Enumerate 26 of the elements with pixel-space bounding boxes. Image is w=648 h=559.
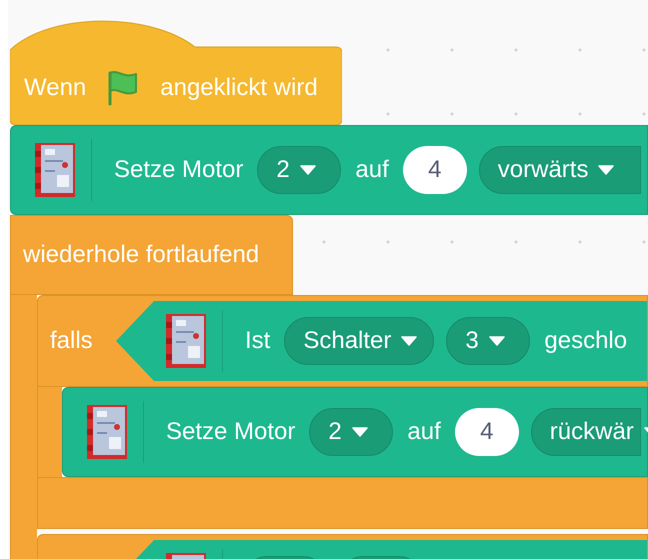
block-label: angeklickt wird — [160, 72, 318, 102]
number-input[interactable]: 4 — [402, 146, 467, 194]
block-label: Setze Motor — [166, 417, 296, 447]
dropdown-pill[interactable]: 2 — [257, 146, 342, 194]
loop-block-header[interactable]: wiederhole fortlaufend — [10, 215, 293, 295]
device-icon — [164, 312, 208, 370]
block-label: auf — [407, 417, 441, 447]
hat-block[interactable]: Wenn angeklickt wird — [10, 20, 342, 125]
block-label: Setze Motor — [114, 155, 244, 185]
block-label: Wenn — [24, 72, 86, 102]
dropdown-pill[interactable]: 3 — [446, 317, 530, 365]
command-block[interactable]: Setze Motor 2 auf 4 rückwär — [62, 387, 648, 477]
dropdown-pill[interactable]: 2 — [309, 408, 394, 456]
block-label: wiederhole fortlaufend — [23, 240, 260, 270]
block-label: falls — [50, 326, 94, 356]
if-block-header[interactable]: falls Ist Schalter 3 geschlo — [37, 295, 648, 387]
block-label: geschlo — [544, 326, 628, 356]
device-icon — [33, 141, 77, 199]
device-icon — [85, 403, 129, 461]
number-input[interactable]: 4 — [454, 408, 519, 456]
condition-block[interactable]: Ist Schalter 3 geschlo — [116, 301, 647, 381]
dropdown-pill[interactable]: Schalter — [284, 317, 434, 365]
block-label: Ist — [245, 326, 270, 356]
block-label: auf — [355, 155, 389, 185]
dropdown-pill[interactable]: vorwärts — [478, 146, 641, 194]
command-block[interactable]: Setze Motor 2 auf 4 vorwärts — [10, 125, 648, 215]
